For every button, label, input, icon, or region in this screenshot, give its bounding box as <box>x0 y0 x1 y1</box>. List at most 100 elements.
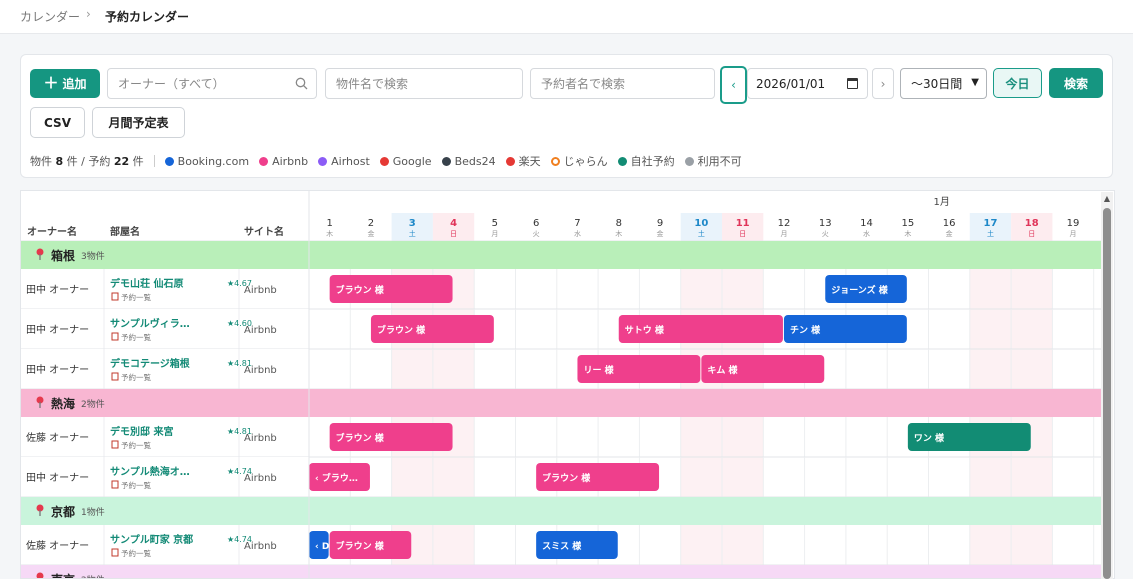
room-name-link[interactable]: デモコテージ箱根 <box>110 357 190 370</box>
day-number: 14 <box>860 218 873 229</box>
legend-items: Booking.com Airbnb Airhost Google Beds24 楽天 じゃ… <box>164 153 752 169</box>
start-date-value: 2026/01/01 <box>756 76 826 91</box>
day-number: 2 <box>368 218 374 229</box>
booking-guest-label[interactable]: キム 様 <box>707 364 738 376</box>
room-name-link[interactable]: サンプル町家 京都 <box>110 533 193 546</box>
search-button[interactable]: 検索 <box>1049 68 1103 98</box>
legend-dot-icon <box>164 156 174 166</box>
booking-count-prefix: 予約 <box>88 155 111 168</box>
booking-guest-label[interactable]: チン 様 <box>790 324 821 336</box>
breadcrumb-calendar-link[interactable]: カレンダー <box>20 8 80 25</box>
vertical-scrollbar[interactable]: ▲ <box>1101 192 1113 579</box>
booking-guest-label[interactable]: スミス 様 <box>542 540 582 552</box>
legend-item: 利用不可 <box>684 153 742 169</box>
room-name-link[interactable]: デモ山荘 仙石原 <box>110 277 183 290</box>
legend-label: Beds24 <box>454 154 496 168</box>
property-search-input[interactable]: 物件名で検索 <box>325 68 523 99</box>
legend-item: Airbnb <box>259 153 308 169</box>
area-name: 箱根 <box>51 248 75 263</box>
monthly-schedule-button[interactable]: 月間予定表 <box>92 107 185 138</box>
legend-item: Beds24 <box>441 153 496 169</box>
next-period-button[interactable]: › <box>872 68 894 99</box>
legend-item: Google <box>379 153 432 169</box>
chevron-left-icon: ‹ <box>731 78 736 92</box>
prev-period-button[interactable]: ‹ <box>720 66 747 104</box>
booking-list-link[interactable]: 予約一覧 <box>121 332 151 342</box>
booking-guest-label[interactable]: ブラウン 様 <box>336 432 385 444</box>
reservation-calendar: 1月 オーナー名 部屋名 サイト名 1 木 2 金 3 土 4 日 5 月 6 火 7 水 8 木 9 金 10 土 11 日 12… <box>20 190 1115 579</box>
owner-name: 田中 オーナー <box>26 323 89 336</box>
booking-guest-label[interactable]: ワン 様 <box>914 432 945 444</box>
scroll-up-arrow-icon[interactable]: ▲ <box>1101 194 1113 203</box>
weekday-label: 水 <box>574 229 581 238</box>
area-name: 京都 <box>51 504 75 519</box>
room-name-link[interactable]: デモ別邸 来宮 <box>110 425 173 438</box>
legend-item: 自社予約 <box>617 153 675 169</box>
legend-dot-icon <box>550 156 560 166</box>
legend-label: 自社予約 <box>630 155 675 168</box>
room-name-link[interactable]: サンプルヴィラ… <box>110 317 190 330</box>
room-name-link[interactable]: サンプル熱海オ… <box>110 465 190 478</box>
weekday-label: 日 <box>1028 230 1035 238</box>
owner-name: 田中 オーナー <box>26 363 89 376</box>
booking-guest-label[interactable]: ブラウン 様 <box>377 324 426 336</box>
area-property-count: 3物件 <box>81 250 105 262</box>
top-bar: カレンダー › 予約カレンダー <box>0 0 1133 34</box>
booking-guest-label[interactable]: ‹ ブラウ… <box>315 472 358 484</box>
plus-icon: ＋ <box>43 74 59 92</box>
site-name: Airbnb <box>244 473 277 484</box>
site-name: Airbnb <box>244 541 277 552</box>
booking-list-link[interactable]: 予約一覧 <box>121 372 151 382</box>
csv-button[interactable]: CSV <box>30 107 85 138</box>
legend-label: Booking.com <box>177 154 250 168</box>
guest-search-input[interactable]: 予約者名で検索 <box>530 68 715 99</box>
booking-guest-label[interactable]: ブラウン 様 <box>542 472 591 484</box>
legend-dot-icon <box>318 156 328 166</box>
add-button-label: 追加 <box>62 77 87 91</box>
booking-guest-label[interactable]: ブラウン 様 <box>336 540 385 552</box>
day-number: 16 <box>943 218 956 229</box>
weekday-label: 金 <box>367 229 374 238</box>
booking-guest-label[interactable]: ジョーンズ 様 <box>831 284 889 296</box>
booking-guest-label[interactable]: サトウ 様 <box>625 324 665 336</box>
month-label: 1月 <box>934 196 950 208</box>
weekday-label: 土 <box>987 229 994 238</box>
day-number: 7 <box>574 218 580 229</box>
booking-list-link[interactable]: 予約一覧 <box>121 480 151 490</box>
weekday-label: 日 <box>739 230 746 238</box>
scrollbar-thumb[interactable] <box>1103 208 1111 579</box>
room-column-header: 部屋名 <box>110 225 140 238</box>
owner-filter-input[interactable]: オーナー（すべて） <box>107 68 317 99</box>
weekday-label: 木 <box>615 229 622 238</box>
booking-list-link[interactable]: 予約一覧 <box>121 440 151 450</box>
area-name: 東京 <box>51 572 75 579</box>
owner-name: 佐藤 オーナー <box>26 432 89 444</box>
day-number: 19 <box>1067 218 1080 229</box>
booking-guest-label[interactable]: ‹ D <box>315 542 329 552</box>
legend-dot-icon <box>684 156 694 166</box>
booking-list-link[interactable]: 予約一覧 <box>121 548 151 558</box>
range-select[interactable]: 〜30日間 ▼ <box>900 68 987 99</box>
property-count-prefix: 物件 <box>30 155 52 168</box>
start-date-input[interactable]: 2026/01/01 <box>747 68 868 99</box>
owner-column-header: オーナー名 <box>27 225 77 238</box>
booking-guest-label[interactable]: ブラウン 様 <box>336 284 385 296</box>
booking-guest-label[interactable]: リー 様 <box>583 364 614 376</box>
day-number: 11 <box>736 218 750 229</box>
legend-label: Google <box>392 154 432 168</box>
legend-item: Airhost <box>318 153 370 169</box>
property-count: 8 <box>55 154 64 168</box>
booking-list-link[interactable]: 予約一覧 <box>121 292 151 302</box>
day-number: 5 <box>492 218 498 229</box>
site-column-header: サイト名 <box>244 225 284 238</box>
owner-name: 佐藤 オーナー <box>26 540 89 552</box>
day-number: 15 <box>901 218 914 229</box>
property-count-unit: 件 / <box>66 155 85 168</box>
property-search-placeholder: 物件名で検索 <box>336 77 409 91</box>
page-title: 予約カレンダー <box>105 10 190 24</box>
calendar-icon[interactable] <box>847 78 858 89</box>
add-button[interactable]: ＋ 追加 <box>30 69 100 98</box>
today-button[interactable]: 今日 <box>993 68 1042 98</box>
legend-item: じゃらん <box>550 153 608 169</box>
legend-dot-icon <box>441 156 451 166</box>
